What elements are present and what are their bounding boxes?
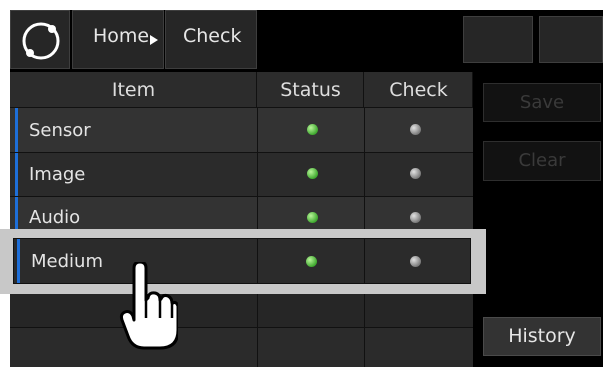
pointing-hand-icon [119, 262, 178, 350]
column-header-item: Item [111, 79, 156, 101]
row-accent-bar [17, 239, 20, 283]
device-screen: Home Check Item Status Check Sensor Imag… [10, 10, 603, 367]
breadcrumb-current: Check [165, 10, 257, 69]
breadcrumb-arrow-icon [150, 35, 158, 45]
clear-button-label: Clear [518, 150, 566, 171]
row-accent-bar [15, 153, 18, 196]
status-indicator-icon [307, 212, 318, 223]
check-indicator-icon [410, 212, 421, 223]
row-accent-bar [15, 108, 18, 152]
row-divider [364, 328, 365, 367]
check-indicator-icon [410, 124, 421, 135]
row-divider [257, 239, 258, 283]
save-button[interactable]: Save [483, 83, 601, 122]
row-divider [257, 153, 258, 196]
row-label-medium: Medium [31, 251, 103, 272]
ring-logo-icon [22, 22, 60, 60]
column-header-status: Status [280, 79, 341, 101]
history-button[interactable]: History [483, 317, 601, 356]
check-indicator-icon [410, 256, 421, 267]
row-divider [364, 108, 365, 152]
row-divider [364, 153, 365, 196]
menu-button[interactable] [10, 10, 70, 69]
breadcrumb-current-label: Check [183, 25, 242, 47]
check-indicator-icon [410, 168, 421, 179]
clear-button[interactable]: Clear [483, 141, 601, 181]
history-button-label: History [508, 325, 576, 347]
header-bar: Home Check [10, 10, 603, 69]
breadcrumb-home[interactable]: Home [72, 10, 164, 69]
table-row-empty [10, 328, 473, 367]
row-divider [257, 108, 258, 152]
row-label-sensor: Sensor [29, 120, 91, 141]
status-indicator-icon [307, 168, 318, 179]
column-header-check: Check [389, 79, 448, 101]
breadcrumb-home-label: Home [93, 25, 150, 47]
row-divider [364, 239, 365, 283]
header-slot-2[interactable] [539, 16, 603, 63]
save-button-label: Save [519, 92, 565, 113]
row-label-image: Image [29, 164, 86, 185]
header-slot-1[interactable] [463, 16, 533, 63]
row-label-audio: Audio [29, 207, 81, 228]
row-divider [257, 328, 258, 367]
status-indicator-icon [306, 256, 317, 267]
status-indicator-icon [307, 124, 318, 135]
